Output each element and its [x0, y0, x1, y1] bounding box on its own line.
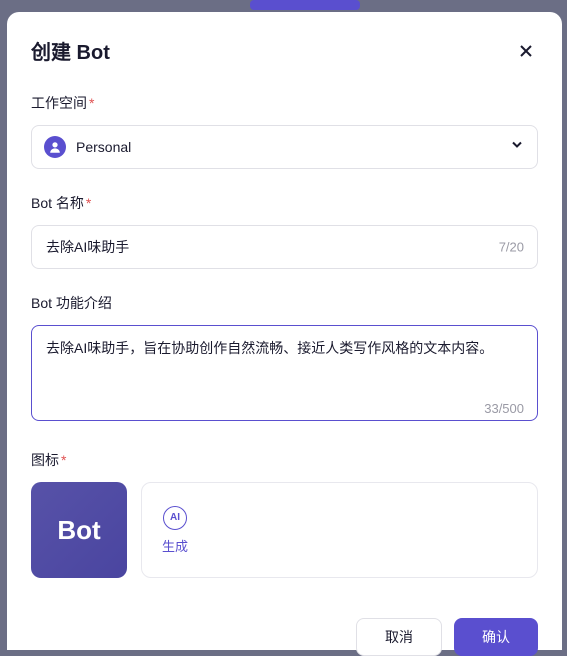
- bot-desc-wrap: 33/500: [31, 325, 538, 426]
- ai-icon: AI: [163, 506, 187, 530]
- chevron-down-icon: [509, 137, 525, 158]
- icon-preview[interactable]: Bot: [31, 482, 127, 578]
- cancel-button[interactable]: 取消: [356, 618, 442, 656]
- bot-desc-label: Bot 功能介绍: [31, 293, 538, 313]
- bot-desc-textarea[interactable]: [31, 325, 538, 421]
- required-mark: *: [61, 452, 66, 468]
- icon-label: 图标*: [31, 450, 538, 470]
- person-icon: [44, 136, 66, 158]
- modal-header: 创建 Bot: [31, 36, 538, 65]
- bot-name-label: Bot 名称*: [31, 193, 538, 213]
- modal-title: 创建 Bot: [31, 36, 110, 65]
- workspace-group: 工作空间* Personal: [31, 93, 538, 169]
- close-button[interactable]: [514, 39, 538, 63]
- bot-desc-group: Bot 功能介绍 33/500: [31, 293, 538, 426]
- generate-label: 生成: [162, 536, 188, 555]
- background-pill: [250, 0, 360, 10]
- bot-name-input-wrap: 7/20: [31, 225, 538, 269]
- icon-group: 图标* Bot AI 生成: [31, 450, 538, 578]
- workspace-value: Personal: [76, 139, 131, 155]
- close-icon: [518, 43, 534, 59]
- confirm-button[interactable]: 确认: [454, 618, 538, 656]
- bot-name-count: 7/20: [499, 240, 524, 255]
- icon-generate-area: AI 生成: [141, 482, 538, 578]
- workspace-select[interactable]: Personal: [31, 125, 538, 169]
- workspace-label: 工作空间*: [31, 93, 538, 113]
- icon-row: Bot AI 生成: [31, 482, 538, 578]
- generate-icon-button[interactable]: AI 生成: [162, 506, 188, 555]
- bot-desc-count: 33/500: [484, 401, 524, 416]
- modal-footer: 取消 确认: [31, 602, 538, 656]
- required-mark: *: [86, 195, 91, 211]
- bot-name-group: Bot 名称* 7/20: [31, 193, 538, 269]
- required-mark: *: [89, 95, 94, 111]
- bot-name-input[interactable]: [31, 225, 538, 269]
- create-bot-modal: 创建 Bot 工作空间* Personal Bot 名称* 7/20: [7, 12, 562, 650]
